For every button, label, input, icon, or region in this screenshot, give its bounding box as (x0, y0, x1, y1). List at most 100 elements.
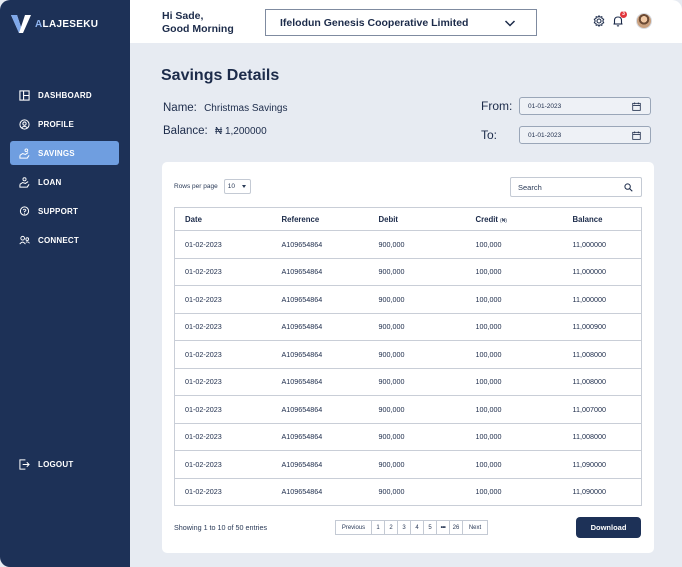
table-row[interactable]: 01-02-2023 A109654864 900,000 100,000 11,090… (174, 450, 642, 479)
pagination-page-26[interactable]: 26 (450, 521, 463, 534)
transactions-card: Rows per page 10 Search Date Reference D… (162, 162, 654, 553)
cell-debit: 900,000 (368, 395, 466, 424)
cell-date: 01-02-2023 (174, 313, 272, 341)
cell-credit: 100,000 (465, 340, 563, 369)
table-row[interactable]: 01-02-2023 A109654864 900,000 100,000 11,000… (174, 230, 642, 259)
table-row[interactable]: 01-02-2023 A109654864 900,000 100,000 11,007… (174, 395, 642, 424)
pagination-page-4[interactable]: 4 (411, 521, 424, 534)
sidebar-nav: DASHBOARD PROFILE SAVINGS LOAN SUPPORT C… (10, 83, 119, 257)
user-avatar[interactable] (636, 13, 652, 29)
to-date-value: 01-01-2023 (528, 131, 562, 139)
column-header-reference[interactable]: Reference (271, 207, 369, 231)
sidebar-item-label: PROFILE (38, 119, 75, 129)
logout-label: LOGOUT (38, 459, 74, 469)
cooperative-dropdown[interactable]: Ifelodun Genesis Cooperative Limited (265, 9, 537, 36)
table-header-row: Date Reference Debit Credit (₦) Balance (174, 207, 642, 231)
search-icon[interactable] (624, 183, 633, 192)
table-row[interactable]: 01-02-2023 A109654864 900,000 100,000 11,000… (174, 313, 642, 341)
cell-credit: 100,000 (465, 285, 563, 314)
cell-balance: 11,000000 (562, 285, 642, 314)
sidebar-item-profile[interactable]: PROFILE (10, 112, 119, 136)
sidebar-item-support[interactable]: SUPPORT (10, 199, 119, 223)
savings-balance-row: Balance: ₦ 1,200000 (163, 125, 267, 137)
greeting-message: Good Morning (162, 22, 234, 35)
dashboard-icon (19, 89, 30, 101)
cell-balance: 11,000000 (562, 230, 642, 259)
column-header-balance[interactable]: Balance (562, 207, 642, 231)
search-input[interactable]: Search (510, 177, 642, 197)
to-label: To: (481, 128, 498, 142)
balance-value: ₦ 1,200000 (214, 126, 267, 137)
from-date-field[interactable]: 01-01-2023 (519, 97, 651, 115)
brand-logo[interactable]: ALAJESEKU (10, 13, 98, 35)
download-button[interactable]: Download (576, 517, 641, 538)
calendar-icon[interactable] (632, 102, 641, 111)
cell-reference: A109654864 (271, 258, 369, 286)
cell-reference: A109654864 (271, 395, 369, 424)
sidebar-item-dashboard[interactable]: DASHBOARD (10, 83, 119, 107)
table-row[interactable]: 01-02-2023 A109654864 900,000 100,000 11,000… (174, 258, 642, 286)
chevron-down-icon (504, 20, 516, 27)
table-row[interactable]: 01-02-2023 A109654864 900,000 100,000 11,008… (174, 423, 642, 451)
settings-gear-icon[interactable] (593, 15, 605, 27)
cell-credit: 100,000 (475, 487, 502, 497)
cell-debit: 900,000 (368, 423, 466, 451)
table-row[interactable]: 01-02-2023 A109654864 900,000 100,000 11,000… (174, 285, 642, 314)
cell-reference: A109654864 (271, 285, 369, 314)
sidebar-item-savings[interactable]: SAVINGS (10, 141, 119, 165)
savings-name-row: Name: Christmas Savings (163, 102, 287, 114)
logout-button[interactable]: LOGOUT (10, 452, 119, 476)
rows-per-page-label: Rows per page (174, 183, 218, 190)
pagination-next[interactable]: Next (463, 521, 487, 534)
sidebar-item-label: CONNECT (38, 235, 79, 245)
entries-summary: Showing 1 to 10 of 50 entries (174, 523, 268, 532)
to-date-field[interactable]: 01-01-2023 (519, 126, 651, 144)
cell-reference: A109654864 (271, 368, 369, 396)
cell-date: 01-02-2023 (174, 423, 272, 451)
top-bar: Hi Sade, Good Morning Ifelodun Genesis C… (130, 0, 682, 43)
cell-date: 01-02-2023 (174, 395, 272, 424)
column-header-credit[interactable]: Credit (₦) (465, 207, 563, 231)
credit-header-label: Credit (475, 214, 499, 224)
notification-count-badge: 3 (620, 11, 627, 18)
transactions-table: Date Reference Debit Credit (₦) Balance 0… (174, 207, 642, 506)
pagination-page-1[interactable]: 1 (372, 521, 385, 534)
rows-per-page: Rows per page 10 (174, 179, 251, 194)
logout-section: LOGOUT (10, 452, 119, 481)
table-body: 01-02-2023 A109654864 900,000 100,000 11,000… (174, 230, 642, 506)
table-row[interactable]: 01-02-2023 A109654864 900,000 100,000 11,008… (174, 368, 642, 396)
rows-per-page-value: 10 (227, 183, 235, 190)
rows-per-page-select[interactable]: 10 (223, 179, 251, 194)
pagination-page-5[interactable]: 5 (424, 521, 437, 534)
column-header-date[interactable]: Date (174, 207, 272, 231)
cell-debit: 900,000 (368, 230, 466, 259)
cell-balance: 11,008000 (562, 340, 642, 369)
cell-balance: 11,090000 (572, 487, 606, 497)
pagination-page-2[interactable]: 2 (385, 521, 398, 534)
sidebar-item-connect[interactable]: CONNECT (10, 228, 119, 252)
cell-reference: A109654864 (271, 450, 369, 479)
calendar-icon[interactable] (632, 131, 641, 140)
balance-label: Balance: (163, 125, 208, 137)
cell-date: 01-02-2023 (174, 368, 272, 396)
loan-icon (19, 176, 30, 188)
table-row[interactable]: 01-02-2023 A109654864 900,000 100,000 11,090… (175, 478, 642, 506)
cell-reference: A109654864 (271, 230, 369, 259)
credit-unit: (₦) (500, 217, 507, 224)
sidebar: ALAJESEKU DASHBOARD PROFILE SAVINGS LOAN… (0, 0, 130, 567)
brand-name: ALAJESEKU (35, 18, 99, 30)
cell-balance: 11,008000 (562, 368, 642, 396)
column-header-debit[interactable]: Debit (368, 207, 466, 231)
logout-icon (19, 458, 30, 470)
sidebar-item-loan[interactable]: LOAN (10, 170, 119, 194)
cell-reference: A109654864 (271, 313, 369, 341)
from-label: From: (481, 99, 513, 113)
cell-credit: 100,000 (465, 368, 563, 396)
pagination-previous[interactable]: Previous (336, 521, 372, 534)
table-row[interactable]: 01-02-2023 A109654864 900,000 100,000 11,008… (174, 340, 642, 369)
pagination-page-3[interactable]: 3 (398, 521, 411, 534)
greeting-name: Hi Sade, (162, 10, 204, 22)
cell-date: 01-02-2023 (174, 450, 272, 479)
cell-balance: 11,090000 (562, 450, 642, 479)
cell-credit: 100,000 (465, 423, 563, 451)
